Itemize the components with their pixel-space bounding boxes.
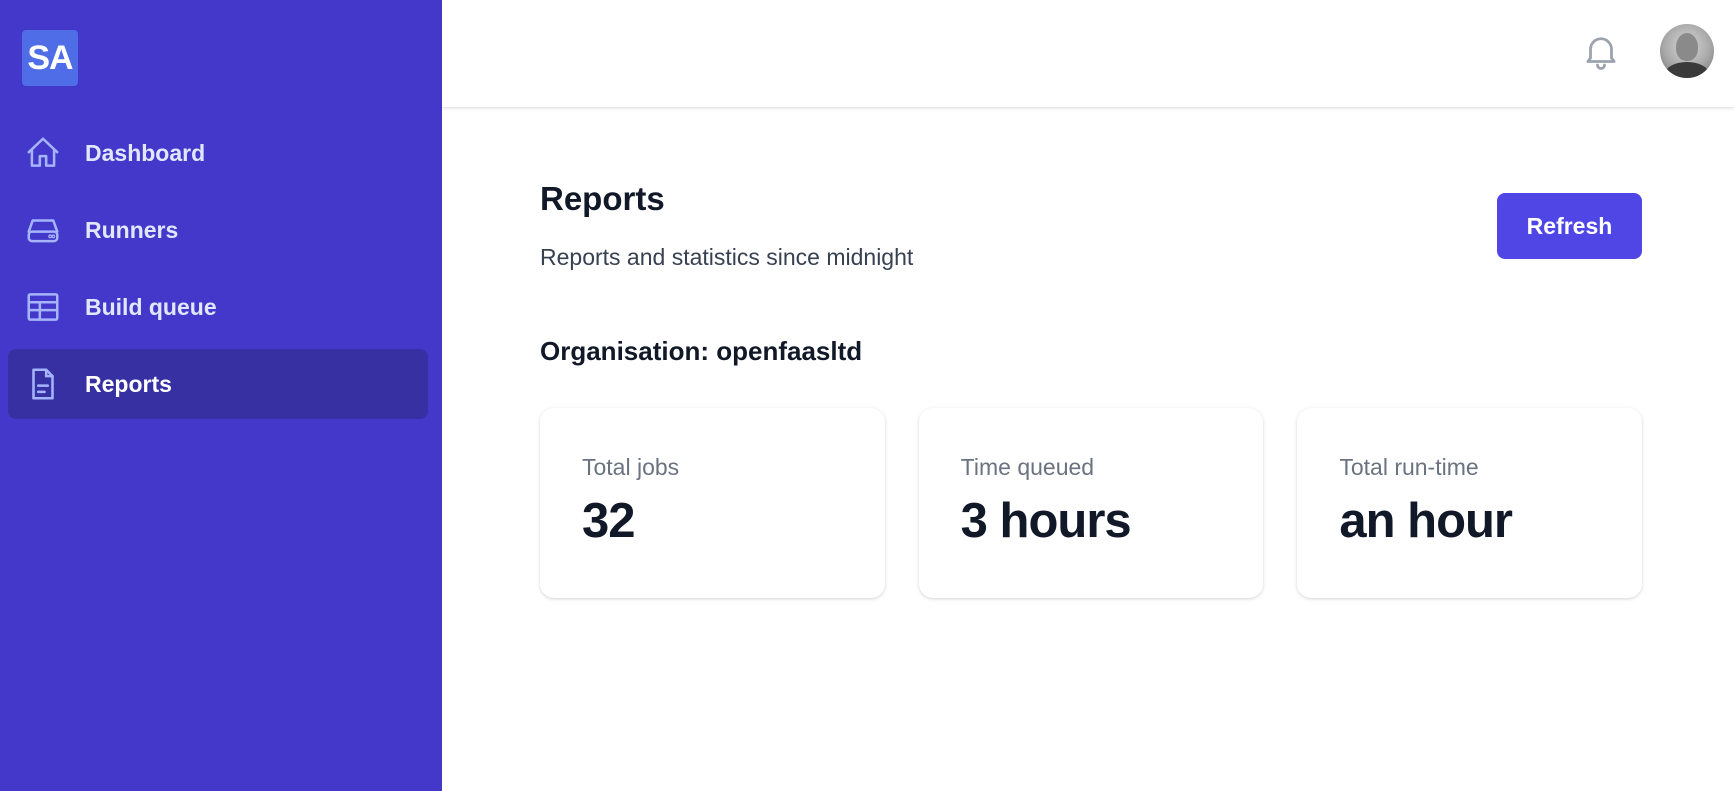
sidebar-item-label: Build queue — [85, 293, 217, 320]
page-subtitle: Reports and statistics since midnight — [540, 244, 914, 270]
stat-card-time-queued: Time queued 3 hours — [918, 408, 1264, 598]
organisation-label: Organisation: openfaasltd — [540, 336, 863, 366]
stat-card-total-run-time: Total run-time an hour — [1297, 408, 1643, 598]
home-icon — [24, 134, 62, 172]
document-icon — [24, 365, 62, 403]
avatar[interactable] — [1660, 24, 1714, 78]
reports-content: Reports Reports and statistics since mid… — [540, 108, 1643, 598]
avatar-shoulders — [1665, 62, 1709, 78]
sidebar-nav: Dashboard Runners Build queue Reports — [8, 118, 428, 426]
refresh-button[interactable]: Refresh — [1497, 193, 1642, 259]
server-icon — [24, 211, 62, 249]
sidebar-item-label: Runners — [85, 216, 179, 243]
sidebar-item-reports[interactable]: Reports — [8, 349, 428, 419]
stat-label: Total run-time — [1339, 454, 1479, 480]
main-area: Reports Reports and statistics since mid… — [442, 0, 1734, 791]
stat-value: an hour — [1339, 494, 1513, 548]
table-icon — [24, 288, 62, 326]
stats-grid: Total jobs 32 Time queued 3 hours Total … — [540, 408, 1643, 598]
stat-label: Time queued — [960, 454, 1095, 480]
page-title: Reports — [540, 180, 665, 217]
stat-value: 3 hours — [960, 494, 1132, 548]
page-header: Reports Reports and statistics since mid… — [540, 108, 1642, 278]
logo[interactable]: SA — [22, 30, 78, 86]
sidebar-item-dashboard[interactable]: Dashboard — [8, 118, 428, 188]
sidebar: SA Dashboard Runners Build queue Reports — [0, 0, 442, 791]
stat-card-total-jobs: Total jobs 32 — [540, 408, 885, 598]
app-root: SA Dashboard Runners Build queue Reports… — [0, 0, 1734, 791]
sidebar-item-label: Dashboard — [85, 139, 206, 166]
sidebar-item-build-queue[interactable]: Build queue — [8, 272, 428, 342]
stat-value: 32 — [582, 494, 636, 548]
stat-label: Total jobs — [582, 454, 680, 480]
sidebar-item-label: Reports — [85, 370, 172, 397]
topbar — [442, 0, 1734, 108]
sidebar-item-runners[interactable]: Runners — [8, 195, 428, 265]
bell-icon[interactable] — [1580, 30, 1622, 72]
avatar-face — [1676, 33, 1698, 61]
